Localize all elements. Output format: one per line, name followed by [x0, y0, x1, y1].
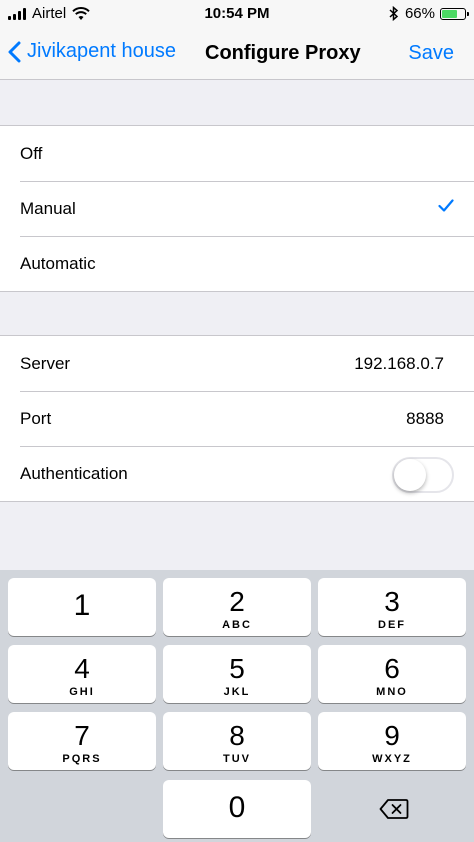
- option-manual-label: Manual: [20, 198, 76, 218]
- authentication-toggle[interactable]: [392, 457, 454, 493]
- authentication-label: Authentication: [20, 463, 128, 483]
- key-4-letters: GHI: [69, 686, 95, 698]
- bluetooth-icon: [389, 6, 399, 21]
- key-2[interactable]: 2 ABC: [163, 578, 311, 636]
- key-9-digit: 9: [384, 720, 400, 751]
- page-title: Configure Proxy: [205, 42, 361, 64]
- key-6-digit: 6: [384, 653, 400, 684]
- chevron-left-icon: [8, 41, 21, 62]
- numeric-keypad: 1 2 ABC 3 DEF 4 GHI 5 JKL 6 MNO 7 PQRS 8…: [0, 570, 474, 842]
- key-2-letters: ABC: [222, 619, 252, 631]
- key-8-letters: TUV: [223, 753, 251, 765]
- key-3[interactable]: 3 DEF: [318, 578, 466, 636]
- port-label: Port: [20, 408, 52, 428]
- authentication-row: Authentication: [0, 446, 474, 501]
- status-right: 66%: [389, 5, 469, 22]
- port-field[interactable]: 8888: [406, 409, 444, 429]
- key-0[interactable]: 0: [163, 780, 311, 838]
- key-7-digit: 7: [74, 720, 90, 751]
- navigation-bar: Jivikapent house Configure Proxy Save: [0, 30, 474, 80]
- key-5-letters: JKL: [223, 686, 251, 698]
- option-off[interactable]: Off: [0, 126, 474, 181]
- key-8[interactable]: 8 TUV: [163, 712, 311, 770]
- key-9-letters: WXYZ: [372, 753, 412, 765]
- proxy-mode-group: Off Manual Automatic: [0, 125, 474, 292]
- key-6-letters: MNO: [376, 686, 408, 698]
- key-7-letters: PQRS: [62, 753, 102, 765]
- key-5-digit: 5: [229, 653, 245, 684]
- back-button[interactable]: Jivikapent house: [8, 40, 176, 63]
- option-automatic-label: Automatic: [20, 253, 96, 273]
- key-9[interactable]: 9 WXYZ: [318, 712, 466, 770]
- save-button[interactable]: Save: [408, 42, 454, 65]
- delete-key[interactable]: [320, 780, 468, 838]
- proxy-settings-group: Server 192.168.0.7 Port 8888 Authenticat…: [0, 335, 474, 502]
- checkmark-icon: [438, 199, 454, 212]
- key-4-digit: 4: [74, 653, 90, 684]
- delete-icon: [379, 799, 409, 819]
- battery-icon: [440, 7, 469, 20]
- battery-percent: 66%: [404, 5, 435, 22]
- key-3-digit: 3: [384, 586, 400, 617]
- option-manual[interactable]: Manual: [0, 181, 474, 236]
- key-3-letters: DEF: [378, 619, 406, 631]
- key-0-digit: 0: [228, 791, 246, 824]
- status-bar: Airtel 10:54 PM 66%: [0, 0, 474, 30]
- back-label: Jivikapent house: [27, 40, 176, 62]
- key-2-digit: 2: [229, 586, 245, 617]
- key-1-digit: 1: [73, 589, 91, 622]
- server-field[interactable]: 192.168.0.7: [354, 354, 444, 374]
- key-5[interactable]: 5 JKL: [163, 645, 311, 703]
- key-4[interactable]: 4 GHI: [8, 645, 156, 703]
- option-automatic[interactable]: Automatic: [0, 236, 474, 291]
- port-row[interactable]: Port 8888: [0, 391, 474, 446]
- key-6[interactable]: 6 MNO: [318, 645, 466, 703]
- server-row[interactable]: Server 192.168.0.7: [0, 336, 474, 391]
- key-1[interactable]: 1: [8, 578, 156, 636]
- key-7[interactable]: 7 PQRS: [8, 712, 156, 770]
- option-off-label: Off: [20, 143, 43, 163]
- server-label: Server: [20, 353, 71, 373]
- toggle-knob: [394, 459, 426, 491]
- key-8-digit: 8: [229, 720, 245, 751]
